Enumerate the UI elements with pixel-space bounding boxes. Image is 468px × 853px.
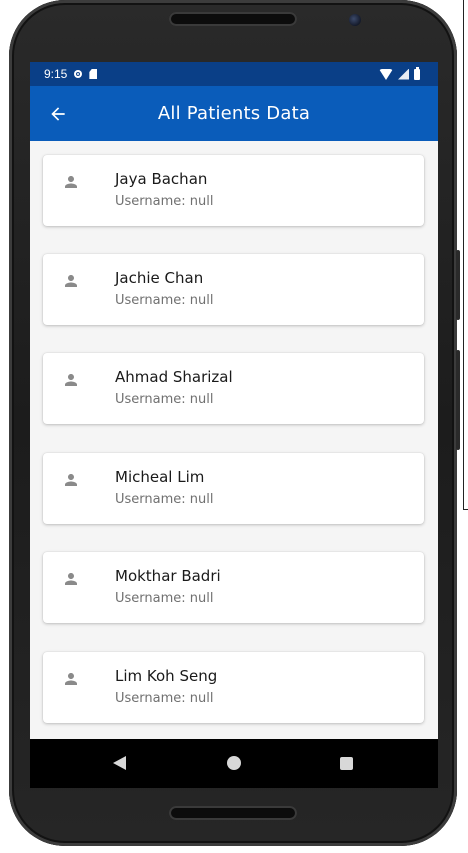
- phone-screen: 9:15 All Patients Data Jaya Bachan Usern…: [30, 62, 438, 788]
- page-title: All Patients Data: [157, 103, 311, 124]
- bottom-speaker: [169, 806, 297, 820]
- patient-username: Username: null: [115, 392, 214, 407]
- battery-icon: [414, 66, 420, 80]
- signal-icon: [398, 68, 409, 80]
- patient-card[interactable]: Mokthar Badri Username: null: [43, 552, 424, 623]
- patient-name: Ahmad Sharizal: [115, 368, 233, 386]
- status-bar: 9:15: [30, 62, 438, 86]
- patient-username: Username: null: [115, 194, 214, 209]
- power-button: [456, 250, 460, 320]
- person-icon: [65, 374, 77, 386]
- patient-name: Micheal Lim: [115, 468, 205, 486]
- square-recent-icon[interactable]: [340, 757, 353, 770]
- patient-card[interactable]: Jaya Bachan Username: null: [43, 155, 424, 226]
- patient-name: Jachie Chan: [115, 269, 204, 287]
- gear-icon: [74, 70, 83, 78]
- patient-card[interactable]: Ahmad Sharizal Username: null: [43, 353, 424, 424]
- front-camera: [349, 14, 361, 26]
- patient-name: Jaya Bachan: [115, 170, 208, 188]
- sd-card-icon: [89, 69, 98, 79]
- patient-username: Username: null: [115, 591, 214, 606]
- patient-card[interactable]: Jachie Chan Username: null: [43, 254, 424, 325]
- back-button[interactable]: [44, 100, 72, 128]
- wifi-icon: [379, 68, 393, 80]
- status-indicators: [379, 66, 420, 80]
- patient-username: Username: null: [115, 293, 214, 308]
- person-icon: [65, 474, 77, 486]
- person-icon: [65, 176, 77, 188]
- window-edge-line: [463, 0, 464, 510]
- person-icon: [65, 573, 77, 585]
- window-edge-corner: [463, 509, 468, 510]
- person-icon: [65, 673, 77, 685]
- status-time: 9:15: [44, 67, 68, 81]
- patient-name: Mokthar Badri: [115, 567, 221, 585]
- person-icon: [65, 275, 77, 287]
- top-speaker: [169, 12, 297, 26]
- patient-name: Lim Koh Seng: [115, 667, 218, 685]
- system-nav-bar: [30, 739, 438, 788]
- patient-card[interactable]: Lim Koh Seng Username: null: [43, 652, 424, 723]
- patient-card[interactable]: Micheal Lim Username: null: [43, 453, 424, 524]
- circle-home-icon[interactable]: [227, 756, 241, 770]
- patient-username: Username: null: [115, 492, 214, 507]
- arrow-left-icon: [51, 107, 65, 121]
- app-bar: All Patients Data: [30, 86, 438, 141]
- triangle-back-icon[interactable]: [113, 756, 126, 770]
- volume-button: [456, 350, 460, 450]
- patient-username: Username: null: [115, 691, 214, 706]
